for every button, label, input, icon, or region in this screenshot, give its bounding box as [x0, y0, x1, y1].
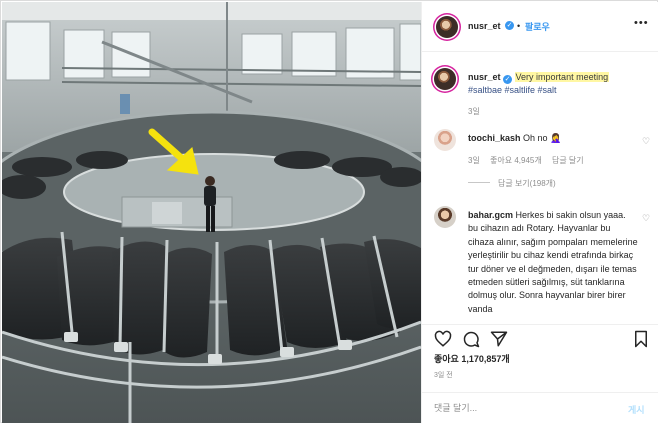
- view-replies-label[interactable]: 답글 보기(198개): [498, 179, 556, 188]
- post-comment-button[interactable]: 게시: [628, 403, 645, 416]
- likes-count[interactable]: 좋아요 1,170,857개: [434, 352, 510, 365]
- author-username[interactable]: nusr_et: [468, 21, 501, 31]
- instagram-post-window: nusr_et ✓ • 팔로우 ••• nusr_et ✓ Very impor…: [0, 0, 658, 423]
- commenter-avatar[interactable]: [434, 129, 456, 151]
- reply-button[interactable]: 답글 달기: [552, 156, 584, 165]
- comment-username[interactable]: toochi_kash: [468, 133, 521, 143]
- post-date[interactable]: 3일 전: [434, 370, 453, 380]
- verified-badge-icon: ✓: [503, 75, 513, 84]
- paper-plane-icon[interactable]: [490, 330, 508, 348]
- verified-badge-icon: ✓: [505, 21, 514, 30]
- heart-icon[interactable]: [434, 330, 452, 348]
- commenter-avatar[interactable]: [434, 206, 456, 228]
- header-separator: •: [517, 21, 521, 31]
- view-replies-button[interactable]: 답글 보기(198개): [468, 178, 556, 189]
- caption-text: nusr_et ✓ Very important meeting #saltba…: [468, 71, 656, 97]
- comment-username[interactable]: bahar.gcm: [468, 210, 513, 220]
- author-avatar[interactable]: [436, 16, 458, 38]
- caption-avatar[interactable]: [434, 68, 456, 90]
- post-header: nusr_et ✓ • 팔로우 •••: [422, 2, 658, 52]
- barn-ceiling: [2, 2, 421, 20]
- bookmark-icon[interactable]: [632, 330, 650, 348]
- comment-time[interactable]: 3일: [468, 156, 480, 165]
- caption-username[interactable]: nusr_et: [468, 72, 501, 82]
- more-dots-icon[interactable]: •••: [634, 17, 649, 29]
- comment-text-block: bahar.gcm Herkes bi sakin olsun yaaa. bu…: [468, 209, 638, 316]
- action-bar: [422, 324, 658, 348]
- heart-outline-icon[interactable]: ♡: [642, 136, 650, 147]
- comment-meta: 3일 좋아요 4,945개 답글 달기: [468, 155, 592, 166]
- caption-time[interactable]: 3일: [468, 106, 480, 117]
- comment-composer: 게시: [422, 392, 658, 423]
- replies-line: [468, 182, 490, 183]
- comment-text: Oh no 🤦‍♀️: [523, 133, 562, 143]
- comment-input[interactable]: [434, 400, 614, 416]
- post-photo[interactable]: [2, 2, 421, 423]
- comment-text: Herkes bi sakin olsun yaaa. bu cihazın a…: [468, 210, 638, 314]
- comment-likes[interactable]: 좋아요 4,945개: [490, 156, 542, 165]
- comment-icon[interactable]: [462, 330, 480, 348]
- heart-outline-icon[interactable]: ♡: [642, 213, 650, 224]
- caption-highlight: Very important meeting: [514, 72, 610, 82]
- follow-button[interactable]: 팔로우: [525, 20, 550, 33]
- comment-text-block: toochi_kash Oh no 🤦‍♀️: [468, 132, 628, 145]
- post-side-panel: nusr_et ✓ • 팔로우 ••• nusr_et ✓ Very impor…: [421, 2, 658, 423]
- caption-hashtags[interactable]: #saltbae #saltlife #salt: [468, 85, 557, 95]
